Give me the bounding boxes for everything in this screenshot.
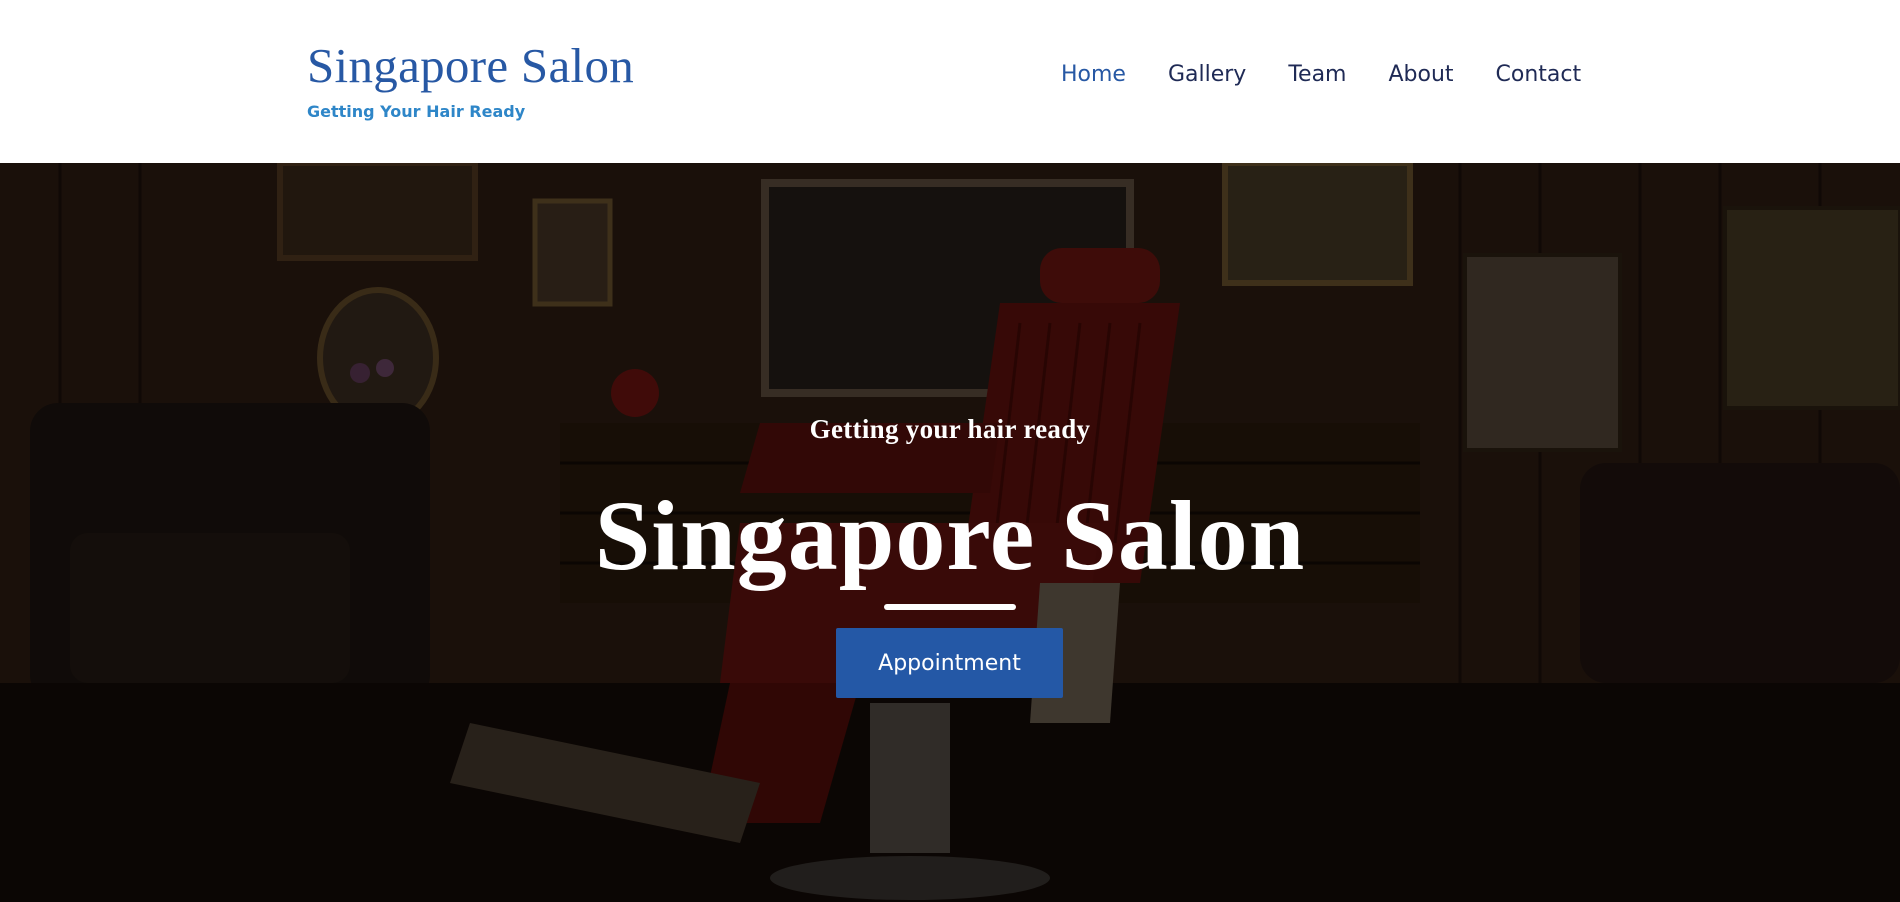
nav-item-home[interactable]: Home (1061, 60, 1126, 90)
hero-content: Getting your hair ready Singapore Salon … (0, 163, 1900, 902)
site-tagline: Getting Your Hair Ready (307, 102, 526, 121)
appointment-button[interactable]: Appointment (836, 628, 1063, 698)
hero-title: Singapore Salon (594, 480, 1306, 591)
hero-section: Getting your hair ready Singapore Salon … (0, 163, 1900, 902)
site-header: Singapore Salon Getting Your Hair Ready … (0, 0, 1900, 163)
nav-item-team[interactable]: Team (1288, 60, 1346, 90)
main-nav: Home Gallery Team About Contact (1061, 60, 1581, 90)
brand[interactable]: Singapore Salon Getting Your Hair Ready (307, 38, 634, 121)
nav-item-about[interactable]: About (1388, 60, 1453, 90)
hero-divider (884, 604, 1016, 610)
nav-item-contact[interactable]: Contact (1496, 60, 1582, 90)
hero-kicker: Getting your hair ready (809, 414, 1091, 444)
nav-item-gallery[interactable]: Gallery (1168, 60, 1246, 90)
site-title[interactable]: Singapore Salon (307, 38, 634, 94)
